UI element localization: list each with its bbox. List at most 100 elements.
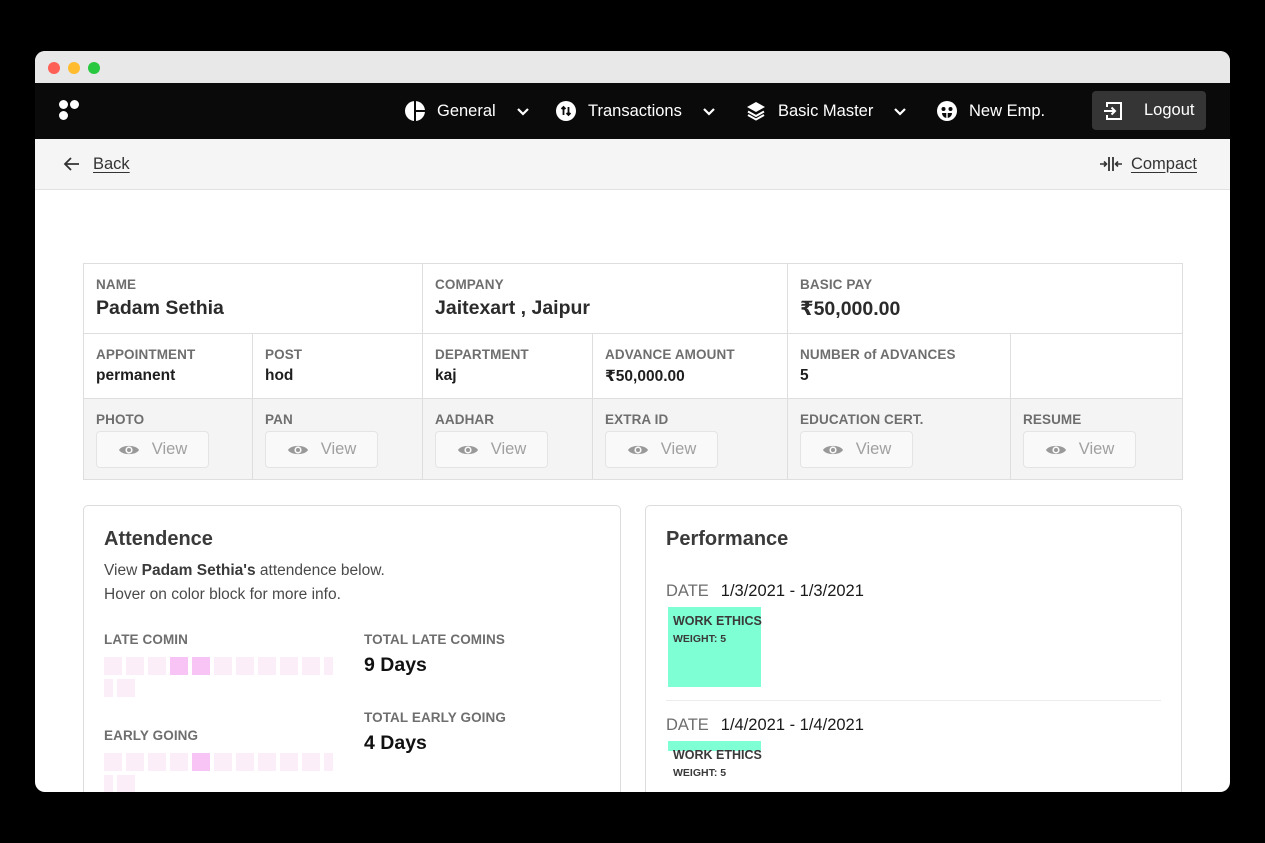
close-window-button[interactable] [48, 62, 60, 74]
date-value: 1/4/2021 - 1/4/2021 [720, 716, 864, 734]
company-label: COMPANY [435, 277, 504, 292]
desc-prefix: View [104, 562, 142, 579]
attendance-day-block[interactable] [104, 679, 113, 697]
back-label: Back [93, 154, 130, 173]
num-advances-label: NUMBER of ADVANCES [800, 347, 956, 362]
performance-block[interactable]: WORK ETHICS WEIGHT: 5 [668, 607, 762, 687]
compact-toggle[interactable]: Compact [1099, 139, 1197, 189]
early-going-blocks [104, 753, 344, 792]
date-value: 1/3/2021 - 1/3/2021 [720, 582, 864, 600]
nav-basic-master[interactable]: Basic Master [745, 83, 907, 139]
logout-label: Logout [1144, 101, 1195, 119]
attendance-day-block[interactable] [104, 775, 113, 792]
compact-label: Compact [1130, 154, 1197, 173]
document-cell: PHOTO View [83, 398, 253, 480]
attendance-day-block[interactable] [280, 657, 298, 675]
attendance-day-block[interactable] [126, 657, 144, 675]
attendance-day-block[interactable] [236, 753, 254, 771]
appointment-value: permanent [96, 367, 176, 384]
attendance-day-block[interactable] [104, 657, 122, 675]
desc-suffix: attendence below. [255, 562, 385, 579]
documents-row: PHOTO View PAN View AADHAR View EXTRA ID View ED… [83, 398, 1184, 480]
attendance-day-block[interactable] [148, 657, 166, 675]
attendance-day-block[interactable] [170, 753, 188, 771]
attendance-day-block[interactable] [148, 753, 166, 771]
view-document-button[interactable]: View [435, 431, 549, 468]
view-document-button[interactable]: View [96, 431, 209, 468]
performance-title: Performance [666, 528, 789, 550]
nav-general[interactable]: General [404, 83, 530, 139]
attendance-day-block[interactable] [104, 753, 122, 771]
attendance-day-block[interactable] [280, 753, 298, 771]
view-label: View [151, 440, 188, 458]
eye-icon [1045, 442, 1067, 458]
pie-chart-icon [404, 100, 426, 122]
main-content: NAME Padam Sethia COMPANY Jaitexart , Ja… [35, 190, 1230, 792]
attendance-day-block[interactable] [302, 753, 320, 771]
performance-block[interactable]: WORK ETHICS WEIGHT: 5 [668, 741, 762, 779]
view-label: View [320, 440, 357, 458]
attendance-day-block[interactable] [192, 657, 210, 675]
browser-window: General Transactions Basic Master New Em… [35, 51, 1230, 792]
window-titlebar [35, 51, 1230, 83]
document-label: RESUME [1023, 412, 1082, 427]
performance-category: WORK ETHICS [673, 748, 762, 762]
document-cell: AADHAR View [422, 398, 594, 480]
advance-amount-value: ₹50,000.00 [605, 368, 685, 385]
maximize-window-button[interactable] [88, 62, 100, 74]
basic-pay-cell: BASIC PAY ₹50,000.00 [787, 263, 1184, 334]
view-document-button[interactable]: View [605, 431, 719, 468]
num-advances-cell: NUMBER of ADVANCES 5 [787, 333, 1012, 399]
performance-weight: WEIGHT: 5 [673, 633, 727, 645]
performance-date: DATE 1/3/2021 - 1/3/2021 [666, 582, 1161, 601]
total-early-label: TOTAL EARLY GOING [364, 710, 506, 725]
document-label: EXTRA ID [605, 412, 669, 427]
appointment-label: APPOINTMENT [96, 347, 196, 362]
department-cell: DEPARTMENT kaj [422, 333, 594, 399]
performance-item: DATE 1/3/2021 - 1/3/2021 WORK ETHICS WEI… [666, 582, 1161, 687]
total-early-going: TOTAL EARLY GOING 4 Days [364, 710, 506, 755]
nav-new-employee[interactable]: New Emp. [936, 83, 1045, 139]
logout-button[interactable]: Logout [1092, 91, 1206, 130]
document-label: PHOTO [96, 412, 145, 427]
app-logo[interactable] [59, 100, 81, 122]
top-navbar: General Transactions Basic Master New Em… [35, 83, 1230, 139]
attendance-day-block[interactable] [258, 753, 276, 771]
empty-cell [1010, 333, 1184, 399]
attendance-day-block[interactable] [236, 657, 254, 675]
performance-item: DATE 1/4/2021 - 1/4/2021 WORK ETHICS WEI… [666, 716, 1161, 779]
view-document-button[interactable]: View [800, 431, 914, 468]
post-label: POST [265, 347, 303, 362]
attendance-day-block[interactable] [302, 657, 320, 675]
view-document-button[interactable]: View [265, 431, 378, 468]
back-link[interactable]: Back [63, 139, 130, 189]
eye-icon [822, 442, 844, 458]
document-cell: RESUME View [1010, 398, 1184, 480]
minimize-window-button[interactable] [68, 62, 80, 74]
post-cell: POST hod [251, 333, 424, 399]
advance-amount-cell: ADVANCE AMOUNT ₹50,000.00 [592, 333, 789, 399]
attendance-day-block[interactable] [192, 753, 210, 771]
attendance-day-block[interactable] [324, 753, 333, 771]
divider [666, 700, 1161, 701]
attendance-day-block[interactable] [258, 657, 276, 675]
attendance-day-block[interactable] [117, 775, 135, 792]
attendance-day-block[interactable] [170, 657, 188, 675]
nav-general-label: General [437, 101, 496, 120]
early-going-section: EARLY GOING [104, 728, 344, 792]
document-label: PAN [265, 412, 293, 427]
desc-employee-name: Padam Sethia's [141, 562, 256, 579]
eye-icon [287, 442, 309, 458]
chevron-down-icon [893, 104, 907, 118]
attendance-day-block[interactable] [126, 753, 144, 771]
attendance-day-block[interactable] [117, 679, 135, 697]
view-document-button[interactable]: View [1023, 431, 1137, 468]
view-label: View [1078, 440, 1115, 458]
performance-card: Performance DATE 1/3/2021 - 1/3/2021 WOR… [645, 505, 1182, 792]
nav-transactions[interactable]: Transactions [555, 83, 716, 139]
attendance-day-block[interactable] [214, 753, 232, 771]
attendance-day-block[interactable] [214, 657, 232, 675]
view-label: View [660, 440, 697, 458]
attendance-day-block[interactable] [324, 657, 333, 675]
document-cell: EDUCATION CERT. View [787, 398, 1012, 480]
